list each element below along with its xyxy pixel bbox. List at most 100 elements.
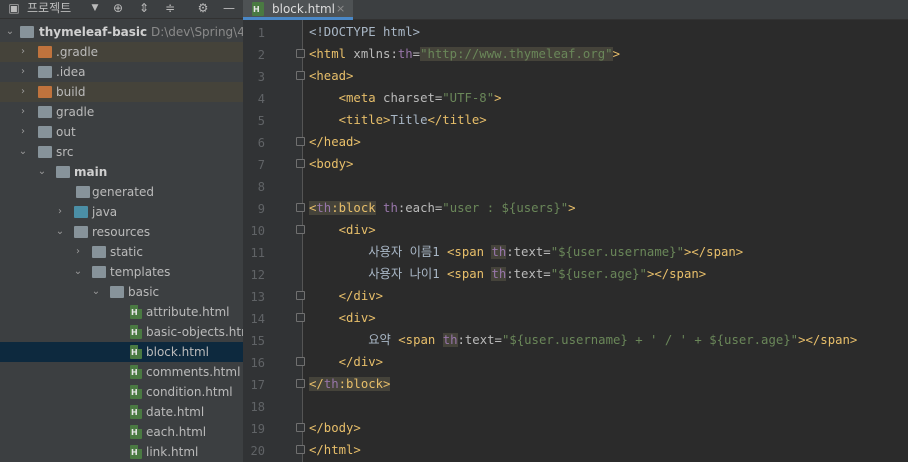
namespace: th bbox=[323, 377, 339, 391]
chevron-down-icon[interactable]: ⌄ bbox=[37, 162, 47, 182]
namespace: th bbox=[491, 267, 507, 281]
attr-value: "http://www.thymeleaf.org" bbox=[420, 47, 613, 61]
folder-icon bbox=[38, 106, 52, 118]
html-file-icon bbox=[130, 445, 142, 459]
collapse-all-icon[interactable]: ≑ bbox=[163, 1, 177, 15]
fold-marker-icon[interactable] bbox=[296, 71, 305, 80]
html-file-icon bbox=[130, 405, 142, 419]
line-number: 12 bbox=[250, 268, 265, 282]
namespace: th bbox=[491, 245, 507, 259]
tree-item-comments-html[interactable]: comments.html bbox=[0, 362, 243, 382]
tree-root[interactable]: ⌄ thymeleaf-basic D:\dev\Spring\4\ bbox=[0, 22, 243, 42]
namespace: th bbox=[442, 333, 458, 347]
tag: <span bbox=[447, 267, 492, 281]
chevron-right-icon[interactable]: › bbox=[18, 62, 28, 82]
fold-marker-icon[interactable] bbox=[296, 379, 305, 388]
close-icon[interactable]: × bbox=[336, 1, 345, 17]
tree-item-out[interactable]: › out bbox=[0, 122, 243, 142]
html-file-icon bbox=[130, 365, 142, 379]
tag: <body> bbox=[309, 157, 354, 171]
project-panel-title[interactable]: 프로젝트 bbox=[27, 1, 71, 15]
fold-marker-icon[interactable] bbox=[296, 203, 305, 212]
fold-marker-icon[interactable] bbox=[296, 291, 305, 300]
tree-item-src[interactable]: ⌄ src bbox=[0, 142, 243, 162]
tag: </body> bbox=[309, 421, 361, 435]
code-line-1: <!DOCTYPE html> bbox=[309, 21, 420, 43]
line-number: 9 bbox=[257, 202, 265, 216]
tree-item-each-html[interactable]: each.html bbox=[0, 422, 243, 442]
expand-all-icon[interactable]: ⇕ bbox=[137, 1, 151, 15]
tag: </html> bbox=[309, 443, 361, 457]
project-name: thymeleaf-basic bbox=[39, 25, 148, 39]
chevron-right-icon[interactable]: › bbox=[73, 242, 83, 262]
tree-item-label: .gradle bbox=[56, 45, 99, 59]
tree-item-static[interactable]: › static bbox=[0, 242, 243, 262]
chevron-down-icon[interactable]: ⌄ bbox=[91, 282, 101, 302]
tree-item-generated[interactable]: generated bbox=[0, 182, 243, 202]
chevron-right-icon[interactable]: › bbox=[18, 122, 28, 142]
fold-marker-icon[interactable] bbox=[296, 159, 305, 168]
chevron-right-icon[interactable]: › bbox=[18, 42, 28, 62]
tree-item-label: block.html bbox=[146, 345, 209, 359]
code-area[interactable]: <!DOCTYPE html> <html xmlns:th="http://w… bbox=[309, 20, 908, 462]
project-folder-icon bbox=[20, 26, 34, 38]
tag: ></span> bbox=[646, 267, 707, 281]
minimize-icon[interactable]: — bbox=[222, 1, 236, 15]
chevron-down-icon[interactable]: ⌄ bbox=[55, 222, 65, 242]
quote: " bbox=[790, 333, 799, 347]
fold-marker-icon[interactable] bbox=[296, 313, 305, 322]
chevron-down-icon[interactable]: ⌄ bbox=[73, 262, 83, 282]
folder-icon bbox=[92, 266, 106, 278]
quote: " bbox=[550, 245, 559, 259]
folder-icon bbox=[38, 46, 52, 58]
fold-marker-icon[interactable] bbox=[296, 445, 305, 454]
tree-item-templates[interactable]: ⌄ templates bbox=[0, 262, 243, 282]
code-line-7: <body> bbox=[309, 153, 353, 175]
tree-item-gradle[interactable]: › gradle bbox=[0, 102, 243, 122]
tree-item-java[interactable]: › java bbox=[0, 202, 243, 222]
attr-value: "UTF-8" bbox=[442, 91, 495, 105]
folder-icon bbox=[110, 286, 124, 298]
locate-icon[interactable]: ⊕ bbox=[111, 1, 125, 15]
fold-marker-icon[interactable] bbox=[296, 357, 305, 366]
tree-item-attribute-html[interactable]: attribute.html bbox=[0, 302, 243, 322]
chevron-down-icon[interactable]: ⌄ bbox=[5, 22, 15, 42]
tree-item-label: src bbox=[56, 145, 74, 159]
folder-icon bbox=[92, 246, 106, 258]
text: 사용자 이름1 bbox=[368, 245, 448, 259]
line-number: 17 bbox=[250, 378, 265, 392]
dropdown-icon[interactable]: ▼ bbox=[88, 1, 102, 15]
tree-item-resources[interactable]: ⌄ resources bbox=[0, 222, 243, 242]
project-toolbar: ▣ 프로젝트 ▼ ⊕ ⇕ ≑ ⚙ — bbox=[0, 0, 243, 19]
line-number: 3 bbox=[257, 70, 265, 84]
tree-item-build[interactable]: › build bbox=[0, 82, 243, 102]
tree-item-idea[interactable]: › .idea bbox=[0, 62, 243, 82]
chevron-right-icon[interactable]: › bbox=[18, 82, 28, 102]
tree-item-block-html[interactable]: block.html bbox=[0, 342, 243, 362]
chevron-right-icon[interactable]: › bbox=[55, 202, 65, 222]
tree-item-gradle-hidden[interactable]: › .gradle bbox=[0, 42, 243, 62]
chevron-down-icon[interactable]: ⌄ bbox=[18, 142, 28, 162]
tree-item-date-html[interactable]: date.html bbox=[0, 402, 243, 422]
source-folder-icon bbox=[74, 206, 88, 218]
html-file-icon bbox=[130, 325, 142, 339]
code-line-15: 요약 <span th:text= "${user.username} + ' /… bbox=[309, 329, 857, 351]
gear-icon[interactable]: ⚙ bbox=[196, 1, 210, 15]
fold-marker-icon[interactable] bbox=[296, 49, 305, 58]
tree-item-link-html[interactable]: link.html bbox=[0, 442, 243, 462]
code-line-11: 사용자 이름1 <span th:text="${user.username}"… bbox=[309, 241, 743, 263]
tree-item-main[interactable]: ⌄ main bbox=[0, 162, 243, 182]
fold-marker-icon[interactable] bbox=[296, 225, 305, 234]
tree-item-condition-html[interactable]: condition.html bbox=[0, 382, 243, 402]
fold-marker-icon[interactable] bbox=[296, 423, 305, 432]
tree-item-basic[interactable]: ⌄ basic bbox=[0, 282, 243, 302]
fold-marker-icon[interactable] bbox=[296, 137, 305, 146]
expression: ${user.username} bbox=[558, 245, 677, 259]
chevron-right-icon[interactable]: › bbox=[18, 102, 28, 122]
tree-item-basic-objects-html[interactable]: basic-objects.html bbox=[0, 322, 243, 342]
tree-item-label: java bbox=[92, 205, 118, 219]
project-view-icon[interactable]: ▣ bbox=[7, 1, 21, 15]
tree-item-label: build bbox=[56, 85, 86, 99]
doctype: <!DOCTYPE html> bbox=[309, 25, 421, 39]
tab-block-html[interactable]: block.html × bbox=[243, 0, 353, 20]
